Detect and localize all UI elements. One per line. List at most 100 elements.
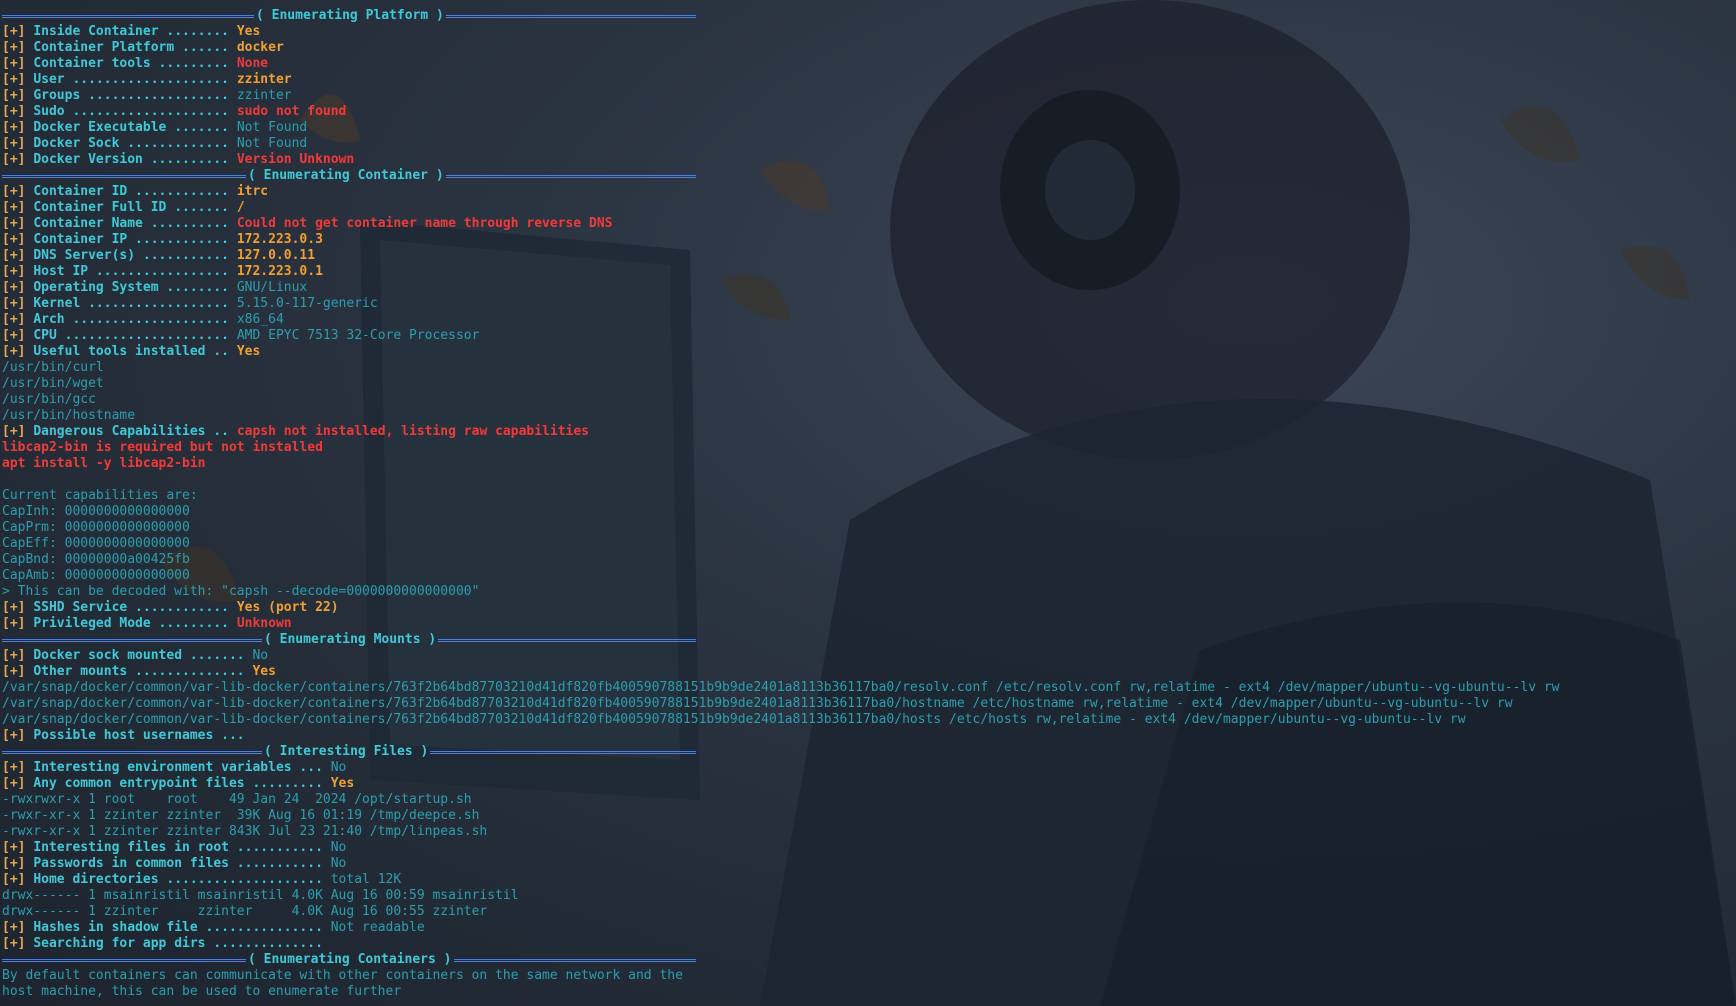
check-value: 172.223.0.1 [236, 264, 323, 279]
output-text: -rwxr-xr-x 1 zzinter zzinter 39K Aug 16 … [2, 808, 480, 823]
status-tag: [+] [2, 648, 26, 663]
section-title: ( Interesting Files ) [264, 744, 429, 759]
status-tag: [+] [2, 664, 26, 679]
output-line: CapPrm: 0000000000000000 [2, 520, 1560, 536]
status-tag: [+] [2, 120, 26, 135]
output-line: [+] Home directories ...................… [2, 872, 1560, 888]
section-header: ( Enumerating Containers ) [2, 952, 1560, 968]
check-label: Privileged Mode ......... [33, 616, 237, 631]
output-text: CapBnd: 00000000a00425fb [2, 552, 190, 567]
check-value: Yes [252, 664, 276, 679]
output-line: apt install -y libcap2-bin [2, 456, 1560, 472]
status-tag: [+] [2, 248, 26, 263]
check-label: Docker Executable ....... [33, 120, 237, 135]
status-tag: [+] [2, 600, 26, 615]
status-tag: [+] [2, 856, 26, 871]
check-value: itrc [236, 184, 269, 199]
output-text: CapInh: 0000000000000000 [2, 504, 190, 519]
output-text: apt install -y libcap2-bin [2, 456, 206, 471]
check-value: No [330, 856, 347, 871]
status-tag: [+] [2, 232, 26, 247]
output-text: host machine, this can be used to enumer… [2, 984, 402, 999]
output-line: [+] Container ID ............ itrc [2, 184, 1560, 200]
check-value: capsh not installed, listing raw capabil… [236, 424, 590, 439]
output-text: /usr/bin/wget [2, 376, 104, 391]
check-label: Container IP ............ [33, 232, 237, 247]
check-label: Container Full ID ....... [33, 200, 237, 215]
output-text: -rwxr-xr-x 1 zzinter zzinter 843K Jul 23… [2, 824, 488, 839]
output-line: [+] Container Platform ...... docker [2, 40, 1560, 56]
header-rule [430, 751, 697, 754]
check-value: AMD EPYC 7513 32-Core Processor [236, 328, 480, 343]
output-line: host machine, this can be used to enumer… [2, 984, 1560, 1000]
output-line: [+] Docker Version .......... Version Un… [2, 152, 1560, 168]
output-line: [+] Inside Container ........ Yes [2, 24, 1560, 40]
output-line: [+] Other mounts .............. Yes [2, 664, 1560, 680]
output-line: drwx------ 1 zzinter zzinter 4.0K Aug 16… [2, 904, 1560, 920]
output-line: [+] CPU ..................... AMD EPYC 7… [2, 328, 1560, 344]
output-line: [+] Docker Sock ............. Not Found [2, 136, 1560, 152]
check-label: Container Platform ...... [33, 40, 237, 55]
output-line: > This can be decoded with: "capsh --dec… [2, 584, 1560, 600]
output-line: /var/snap/docker/common/var-lib-docker/c… [2, 680, 1560, 696]
output-line: libcap2-bin is required but not installe… [2, 440, 1560, 456]
output-line: [+] Host IP ................. 172.223.0.… [2, 264, 1560, 280]
output-text: CapEff: 0000000000000000 [2, 536, 190, 551]
check-label: Arch .................... [33, 312, 237, 327]
status-tag: [+] [2, 184, 26, 199]
check-label: Dangerous Capabilities .. [33, 424, 237, 439]
output-line: [+] Docker sock mounted ....... No [2, 648, 1560, 664]
output-line: [+] Groups .................. zzinter [2, 88, 1560, 104]
check-value: / [236, 200, 245, 215]
check-label: Container Name .......... [33, 216, 237, 231]
status-tag: [+] [2, 296, 26, 311]
check-value: 127.0.0.11 [236, 248, 316, 263]
output-text: CapPrm: 0000000000000000 [2, 520, 190, 535]
check-label: Passwords in common files ........... [33, 856, 331, 871]
output-line: [+] Useful tools installed .. Yes [2, 344, 1560, 360]
output-line: By default containers can communicate wi… [2, 968, 1560, 984]
header-rule [453, 959, 696, 962]
section-header: ( Enumerating Mounts ) [2, 632, 1560, 648]
check-label: SSHD Service ............ [33, 600, 237, 615]
status-tag: [+] [2, 152, 26, 167]
section-header: ( Enumerating Platform ) [2, 8, 1560, 24]
header-rule [445, 15, 696, 18]
status-tag: [+] [2, 872, 26, 887]
status-tag: [+] [2, 728, 26, 743]
section-header: ( Enumerating Container ) [2, 168, 1560, 184]
status-tag: [+] [2, 280, 26, 295]
check-label: Interesting files in root ........... [33, 840, 331, 855]
output-text: /usr/bin/curl [2, 360, 104, 375]
check-label: Docker Version .......... [33, 152, 237, 167]
check-label: Container ID ............ [33, 184, 237, 199]
section-title: ( Enumerating Containers ) [248, 952, 452, 967]
status-tag: [+] [2, 920, 26, 935]
output-line: -rwxr-xr-x 1 zzinter zzinter 39K Aug 16 … [2, 808, 1560, 824]
status-tag: [+] [2, 200, 26, 215]
output-line: [+] DNS Server(s) ........... 127.0.0.11 [2, 248, 1560, 264]
output-text: > This can be decoded with: "capsh --dec… [2, 584, 480, 599]
output-line: [+] Container Name .......... Could not … [2, 216, 1560, 232]
output-line: -rwxrwxr-x 1 root root 49 Jan 24 2024 /o… [2, 792, 1560, 808]
check-label: Sudo .................... [33, 104, 237, 119]
check-label: Any common entrypoint files ......... [33, 776, 331, 791]
check-value: No [330, 760, 347, 775]
header-rule [2, 639, 262, 642]
output-text: /usr/bin/gcc [2, 392, 96, 407]
output-line: drwx------ 1 msainristil msainristil 4.0… [2, 888, 1560, 904]
header-rule [2, 751, 262, 754]
check-value: Version Unknown [236, 152, 355, 167]
status-tag: [+] [2, 264, 26, 279]
header-rule [2, 15, 254, 18]
output-line: /usr/bin/wget [2, 376, 1560, 392]
check-value: sudo not found [236, 104, 347, 119]
check-value: Could not get container name through rev… [236, 216, 613, 231]
check-value: zzinter [236, 88, 292, 103]
output-line: /usr/bin/curl [2, 360, 1560, 376]
check-label: Host IP ................. [33, 264, 237, 279]
check-label: Groups .................. [33, 88, 237, 103]
status-tag: [+] [2, 312, 26, 327]
check-value: total 12K [330, 872, 402, 887]
status-tag: [+] [2, 776, 26, 791]
